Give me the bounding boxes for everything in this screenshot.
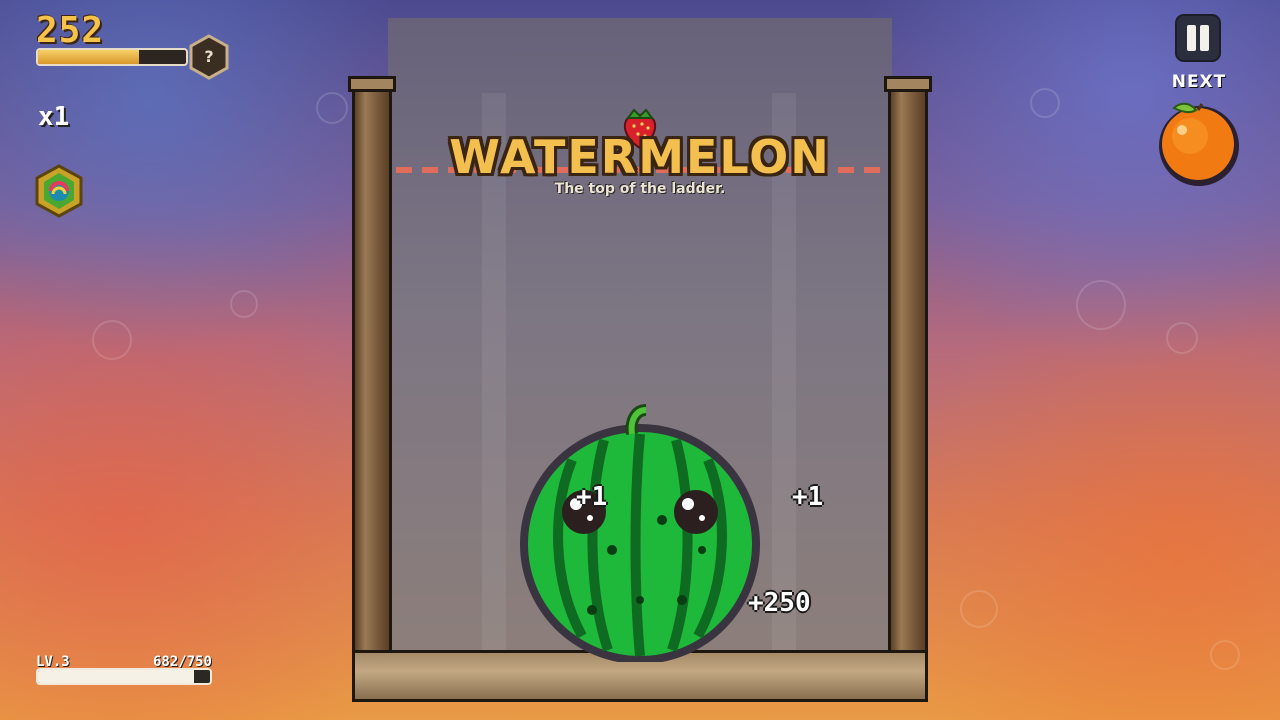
bg-glow: [1210, 640, 1240, 670]
pause-icon: [1187, 25, 1196, 51]
next-label: NEXT: [1171, 72, 1227, 92]
right-wall-cap: [884, 76, 932, 92]
bg-glow: [1166, 322, 1198, 354]
orange-icon: [1152, 96, 1244, 188]
score-progress-bar: [36, 48, 188, 66]
bg-glow: [1030, 88, 1060, 118]
banner-title: WATERMELON: [449, 130, 831, 184]
bg-glow: [1076, 280, 1126, 330]
xp-progress-fill: [38, 670, 195, 683]
pause-icon: [1200, 25, 1209, 51]
multiplier-value: x1: [38, 102, 70, 132]
mystery-badge-label: ?: [204, 47, 214, 66]
rainbow-gem-icon[interactable]: [34, 164, 84, 218]
bg-glow: [960, 590, 998, 628]
banner-subtitle: The top of the ladder.: [554, 181, 726, 197]
bg-glow: [316, 92, 348, 124]
bg-glow: [92, 320, 132, 360]
pause-button[interactable]: [1177, 16, 1219, 60]
score-popup: +1: [792, 482, 824, 512]
score-value: 252: [36, 10, 105, 51]
score-popup: +250: [748, 588, 811, 618]
score-progress-fill: [38, 50, 139, 64]
score-popup: +1: [576, 482, 608, 512]
watermelon-fruit: [512, 400, 768, 664]
left-wall-cap: [348, 76, 396, 92]
xp-progress-bar: [36, 668, 212, 685]
mystery-badge[interactable]: ?: [188, 34, 230, 80]
bg-glow: [230, 290, 258, 318]
